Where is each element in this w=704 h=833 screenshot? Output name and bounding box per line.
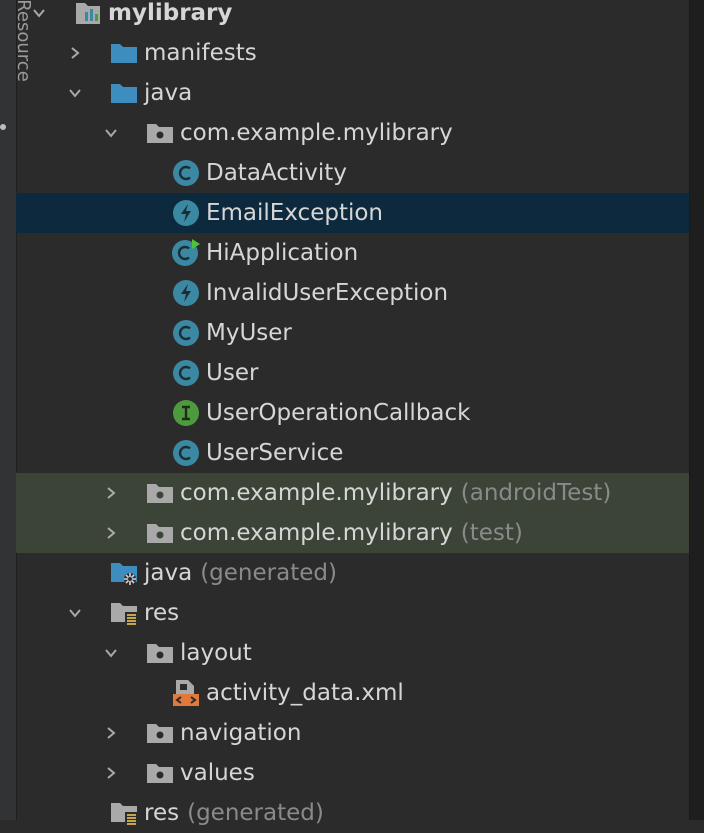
tree-node-suffix: (generated) bbox=[200, 560, 337, 586]
tree-node-class[interactable]: DataActivity bbox=[16, 153, 690, 193]
tree-node-res[interactable]: res bbox=[16, 593, 690, 633]
tree-node-label: layout bbox=[180, 640, 252, 666]
tree-node-label: MyUser bbox=[206, 320, 292, 346]
module-icon bbox=[72, 0, 104, 29]
tree-node-runnable-class[interactable]: HiApplication bbox=[16, 233, 690, 273]
tree-node-java-generated[interactable]: java (generated) bbox=[16, 553, 690, 593]
exception-icon bbox=[170, 277, 202, 309]
tree-node-navigation[interactable]: navigation bbox=[16, 713, 690, 753]
res-folder-icon bbox=[108, 797, 140, 829]
package-icon bbox=[144, 117, 176, 149]
tree-node-class[interactable]: MyUser bbox=[16, 313, 690, 353]
tree-node-label: UserService bbox=[206, 440, 344, 466]
tab-indicator-dot bbox=[0, 124, 6, 130]
chevron-down-icon[interactable] bbox=[26, 0, 52, 26]
tree-node-label: DataActivity bbox=[206, 160, 347, 186]
tree-node-label: res bbox=[144, 800, 180, 826]
tree-node-package[interactable]: com.example.mylibrary bbox=[16, 113, 690, 153]
package-icon bbox=[144, 477, 176, 509]
tree-node-label: manifests bbox=[144, 40, 257, 66]
tree-node-label: com.example.mylibrary bbox=[180, 120, 453, 146]
tree-node-label: navigation bbox=[180, 720, 302, 746]
tree-node-label: User bbox=[206, 360, 259, 386]
tree-node-label: com.example.mylibrary bbox=[180, 520, 453, 546]
exception-icon bbox=[170, 197, 202, 229]
project-tree: mylibrary manifests java com.example.myl… bbox=[16, 0, 690, 833]
tree-node-interface[interactable]: UserOperationCallback bbox=[16, 393, 690, 433]
res-folder-icon bbox=[108, 597, 140, 629]
chevron-down-icon[interactable] bbox=[98, 640, 124, 666]
chevron-right-icon[interactable] bbox=[98, 520, 124, 546]
tree-node-suffix: (test) bbox=[460, 520, 523, 546]
package-icon bbox=[144, 757, 176, 789]
vertical-scrollbar[interactable] bbox=[689, 0, 704, 820]
chevron-right-icon[interactable] bbox=[98, 720, 124, 746]
tree-node-label: EmailException bbox=[206, 200, 384, 226]
class-icon bbox=[170, 437, 202, 469]
tree-node-suffix: (generated) bbox=[187, 800, 324, 826]
interface-icon bbox=[170, 397, 202, 429]
chevron-down-icon[interactable] bbox=[62, 80, 88, 106]
chevron-down-icon[interactable] bbox=[98, 120, 124, 146]
tree-node-label: values bbox=[180, 760, 255, 786]
chevron-right-icon[interactable] bbox=[98, 480, 124, 506]
folder-icon bbox=[108, 77, 140, 109]
tree-node-label: activity_data.xml bbox=[206, 680, 404, 706]
tree-node-label: InvalidUserException bbox=[206, 280, 449, 306]
tree-node-mylibrary[interactable]: mylibrary bbox=[16, 0, 690, 33]
tree-node-label: java bbox=[144, 560, 193, 586]
left-tool-strip: Resource bbox=[0, 0, 34, 820]
layout-xml-icon bbox=[170, 677, 202, 709]
tree-node-layout-file[interactable]: activity_data.xml bbox=[16, 673, 690, 713]
class-icon bbox=[170, 317, 202, 349]
tree-node-manifests[interactable]: manifests bbox=[16, 33, 690, 73]
tree-node-layout[interactable]: layout bbox=[16, 633, 690, 673]
class-icon bbox=[170, 157, 202, 189]
chevron-right-icon[interactable] bbox=[62, 40, 88, 66]
chevron-right-icon[interactable] bbox=[98, 760, 124, 786]
tree-node-label: res bbox=[144, 600, 180, 626]
tree-node-label: HiApplication bbox=[206, 240, 359, 266]
tree-node-values[interactable]: values bbox=[16, 753, 690, 793]
tree-node-package-test[interactable]: com.example.mylibrary (test) bbox=[16, 513, 690, 553]
tree-node-label: UserOperationCallback bbox=[206, 400, 471, 426]
generated-folder-icon bbox=[108, 557, 140, 589]
tree-node-exception[interactable]: EmailException bbox=[16, 193, 690, 233]
tree-node-label: com.example.mylibrary bbox=[180, 480, 453, 506]
package-icon bbox=[144, 637, 176, 669]
package-icon bbox=[144, 517, 176, 549]
runnable-class-icon bbox=[170, 237, 202, 269]
chevron-down-icon[interactable] bbox=[62, 600, 88, 626]
package-icon bbox=[144, 717, 176, 749]
tree-node-label: java bbox=[144, 80, 193, 106]
tree-node-class[interactable]: User bbox=[16, 353, 690, 393]
tree-node-class[interactable]: UserService bbox=[16, 433, 690, 473]
folder-icon bbox=[108, 37, 140, 69]
tree-node-java[interactable]: java bbox=[16, 73, 690, 113]
tree-node-label: mylibrary bbox=[108, 0, 233, 26]
tree-node-res-generated[interactable]: res (generated) bbox=[16, 793, 690, 833]
tree-node-package-androidtest[interactable]: com.example.mylibrary (androidTest) bbox=[16, 473, 690, 513]
class-icon bbox=[170, 357, 202, 389]
tree-node-exception[interactable]: InvalidUserException bbox=[16, 273, 690, 313]
tree-node-suffix: (androidTest) bbox=[460, 480, 612, 506]
